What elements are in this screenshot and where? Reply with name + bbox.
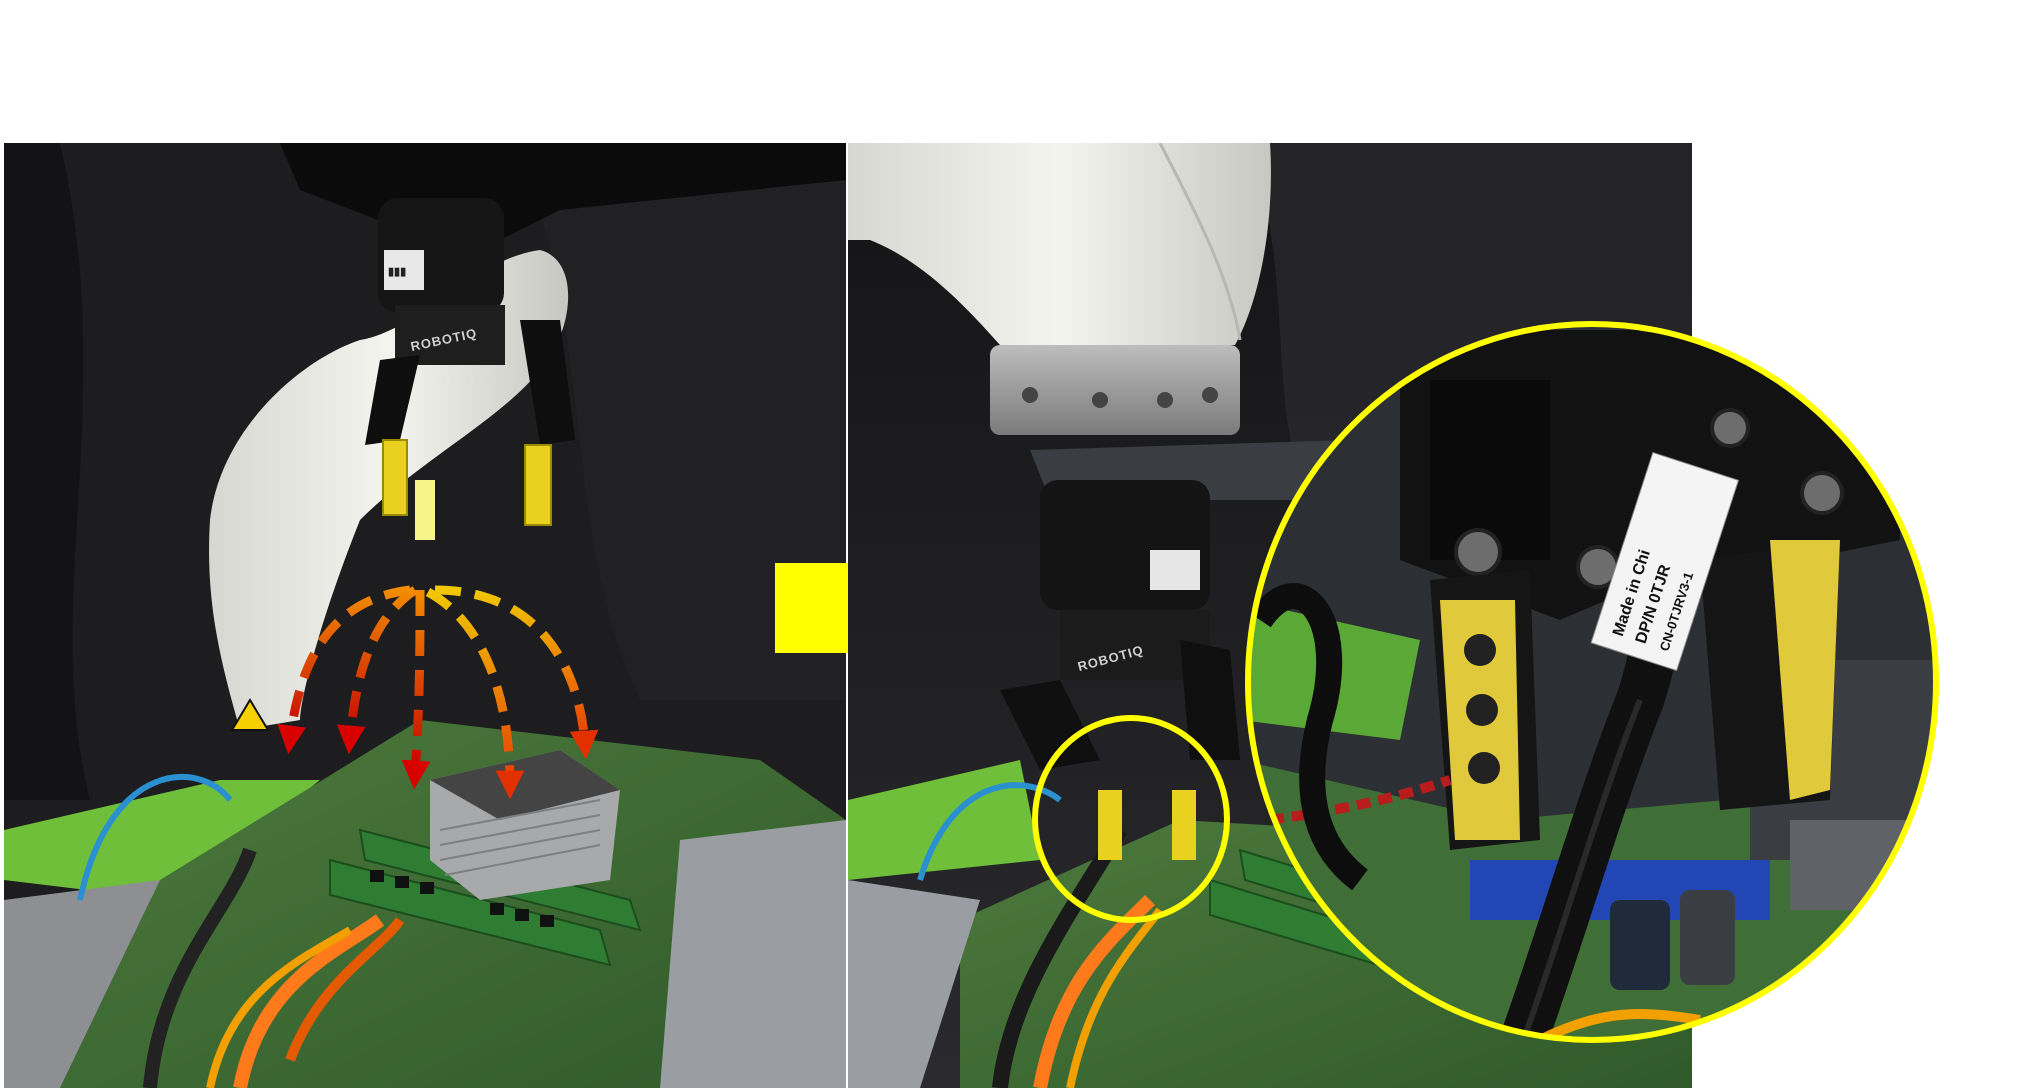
figure: ▮▮▮ ROBOTIQ ROBOTIQ Made in Chi DP/N 0TJ… xyxy=(4,143,1939,1088)
gripper-barcode-label: ▮▮▮ xyxy=(388,266,406,278)
left-photo: ▮▮▮ ROBOTIQ xyxy=(4,143,846,1088)
